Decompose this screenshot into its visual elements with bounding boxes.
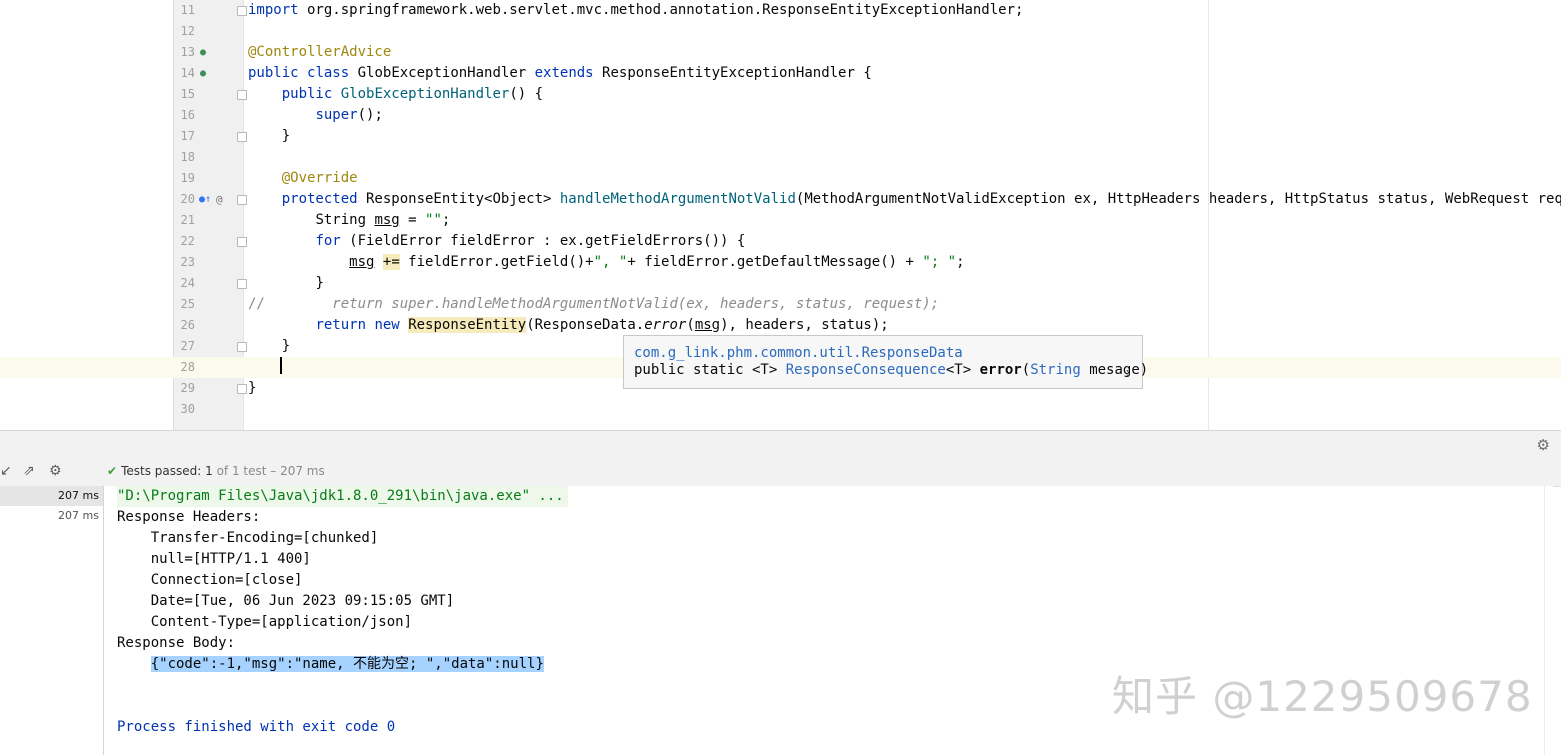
line-number: 21 [180,213,195,227]
line-number: 25 [180,297,195,311]
line-number: 23 [180,255,195,269]
console-line: null=[HTTP/1.1 400] [117,551,311,567]
code-line-14[interactable]: 14 ● public class GlobExceptionHandler e… [0,63,1561,84]
spring-bean-icon[interactable]: ● [200,42,206,63]
code-text [248,357,282,378]
panel-header: ⚙ [0,430,1561,459]
export-icon[interactable]: ⇗ [23,463,35,479]
code-line-25[interactable]: 25 // return super.handleMethodArgumentN… [0,294,1561,315]
line-number: 16 [180,108,195,122]
text-caret [280,357,282,374]
line-number: 24 [180,276,195,290]
line-number: 12 [180,24,195,38]
selected-response-body[interactable]: {"code":-1,"msg":"name, 不能为空; ","data":n… [150,656,544,672]
return-type-link[interactable]: ResponseConsequence [786,362,946,378]
line-number: 19 [180,171,195,185]
code-line-17[interactable]: 17 } [0,126,1561,147]
run-toolbar: ↙ ⇗ ⚙ ✔ Tests passed: 1 of 1 test – 207 m… [0,458,1561,487]
line-number: 30 [180,402,195,416]
test-status: ✔ Tests passed: 1 of 1 test – 207 ms [107,464,325,478]
console-scrollbar[interactable] [1544,486,1553,755]
code-line-24[interactable]: 24 } [0,273,1561,294]
code-line-15[interactable]: 15 public GlobExceptionHandler() { [0,84,1561,105]
console-line: {"code":-1,"msg":"name, 不能为空; ","data":n… [117,654,544,675]
test-tree-row-root[interactable]: 207 ms [0,486,103,506]
line-number: 15 [180,87,195,101]
override-method-icon[interactable]: ●↑ [199,189,211,210]
code-text: super(); [315,107,383,123]
watermark: 知乎 @1229509678 [1112,672,1533,721]
code-line-18[interactable]: 18 [0,147,1561,168]
code-text: @Override [281,170,358,186]
code-line-22[interactable]: 22 for (FieldError fieldError : ex.getFi… [0,231,1561,252]
console-line: Response Headers: [117,509,261,525]
line-number: 11 [180,3,195,17]
console-line: Transfer-Encoding=[chunked] [117,530,379,546]
check-icon: ✔ [107,464,118,478]
code-line-26[interactable]: 26 return new ResponseEntity(ResponseDat… [0,315,1561,336]
code-text: String msg = ""; [315,212,451,228]
console-line: Connection=[close] [117,572,303,588]
param-type-link[interactable]: String [1030,362,1081,378]
line-number: 22 [180,234,195,248]
code-line-11[interactable]: 11 import org.springframework.web.servle… [0,0,1561,21]
console-command-line[interactable]: "D:\Program Files\Java\jdk1.8.0_291\bin\… [117,486,568,507]
quick-doc-tooltip[interactable]: com.g_link.phm.common.util.ResponseData … [623,335,1149,389]
code-text: for (FieldError fieldError : ex.getField… [315,233,746,249]
code-text: } [248,380,257,396]
code-text: protected ResponseEntity<Object> handleM… [281,191,1561,207]
code-editor[interactable]: 11 import org.springframework.web.servle… [0,0,1561,430]
fold-marker-icon[interactable] [237,195,247,205]
fold-marker-icon[interactable] [237,6,247,16]
code-text: @ControllerAdvice [248,44,392,60]
code-text: return new ResponseEntity(ResponseData.e… [315,317,889,333]
line-number: 29 [180,381,195,395]
code-line-20[interactable]: 20 ●↑ @ protected ResponseEntity<Object>… [0,189,1561,210]
tooltip-package-link[interactable]: com.g_link.phm.common.util.ResponseData [634,345,1132,362]
code-text: public GlobExceptionHandler() { [281,86,544,102]
code-line-12[interactable]: 12 [0,21,1561,42]
fold-marker-icon[interactable] [237,342,247,352]
process-finished-line: Process finished with exit code 0 [117,719,396,735]
code-text: // return super.handleMethodArgumentNotV… [248,296,940,312]
code-line-23[interactable]: 23 msg += fieldError.getField()+", "+ fi… [0,252,1561,273]
fold-marker-icon[interactable] [237,279,247,289]
line-number: 20 [180,192,195,206]
line-number: 27 [180,339,195,353]
line-number: 13 [180,45,195,59]
collapse-icon[interactable]: ↙ [0,463,12,479]
gear-icon[interactable]: ⚙ [1537,436,1550,454]
test-tree-row-test[interactable]: 207 ms [0,506,103,526]
test-results-tree: 207 ms 207 ms [0,486,104,755]
line-number: 17 [180,129,195,143]
line-number: 14 [180,66,195,80]
tooltip-signature: public static <T> ResponseConsequence<T>… [634,362,1149,378]
console-line: Response Body: [117,635,236,651]
code-text: } [315,275,324,291]
annotation-icon[interactable]: @ [216,189,223,210]
line-number: 18 [180,150,195,164]
console-line: Content-Type=[application/json] [117,614,413,630]
more-options-icon[interactable]: ⋮ [1121,363,1134,380]
line-number: 28 [180,360,195,374]
fold-marker-icon[interactable] [237,90,247,100]
code-line-30[interactable]: 30 [0,399,1561,420]
fold-marker-icon[interactable] [237,384,247,394]
console-line: Date=[Tue, 06 Jun 2023 09:15:05 GMT] [117,593,455,609]
code-text: } [281,128,291,144]
fold-marker-icon[interactable] [237,132,247,142]
code-line-16[interactable]: 16 super(); [0,105,1561,126]
code-text: import org.springframework.web.servlet.m… [248,2,1024,18]
code-text: msg += fieldError.getField()+", "+ field… [349,254,965,270]
code-text: public class GlobExceptionHandler extend… [248,65,872,81]
settings-gear-icon[interactable]: ⚙ [49,463,62,479]
code-line-21[interactable]: 21 String msg = ""; [0,210,1561,231]
code-line-19[interactable]: 19 @Override [0,168,1561,189]
code-line-13[interactable]: 13 ● @ControllerAdvice [0,42,1561,63]
line-number: 26 [180,318,195,332]
spring-bean-icon[interactable]: ● [200,63,206,84]
code-text: } [281,338,291,354]
fold-marker-icon[interactable] [237,237,247,247]
